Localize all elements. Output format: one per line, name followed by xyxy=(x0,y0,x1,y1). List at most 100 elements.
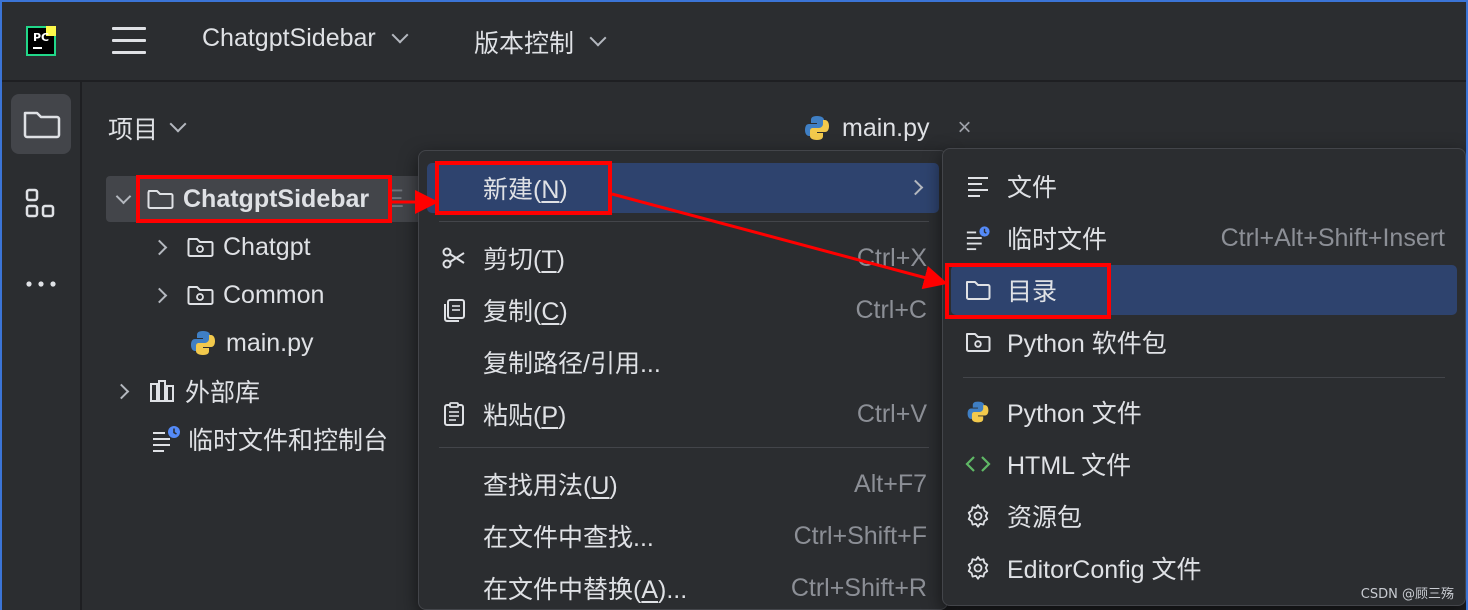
project-switcher[interactable]: ChatgptSidebar xyxy=(202,24,409,53)
folder-icon xyxy=(147,190,174,209)
gear-icon xyxy=(967,556,989,580)
menu-item-label: Python 软件包 xyxy=(1007,330,1167,358)
tree-item-main-py[interactable]: main.py xyxy=(188,320,314,366)
editor-tab-label: main.py xyxy=(842,113,930,142)
menu-item-shortcut: Ctrl+V xyxy=(856,399,927,428)
tree-item-chatgpt[interactable]: Chatgpt xyxy=(151,224,311,270)
chevron-right-icon[interactable] xyxy=(113,383,130,399)
paste-icon xyxy=(444,402,464,426)
more-tools-button[interactable] xyxy=(11,254,71,314)
python-file-icon xyxy=(191,331,215,355)
scissors-icon xyxy=(442,247,465,269)
menu-item-copy-path[interactable]: 复制路径/引用... xyxy=(427,337,939,387)
package-folder-icon xyxy=(966,333,991,352)
main-menu-icon[interactable] xyxy=(112,27,146,55)
watermark: CSDN @顾三殇 xyxy=(1360,587,1454,602)
editor-tab-main-py[interactable]: main.py × xyxy=(802,108,972,148)
tree-item-root[interactable]: ChatgptSidebar E xyxy=(106,176,426,222)
menu-item-paste[interactable]: 粘贴(P) Ctrl+V xyxy=(427,389,939,439)
chevron-down-icon xyxy=(169,115,187,133)
close-icon[interactable]: × xyxy=(958,114,972,142)
menu-item-shortcut: Ctrl+Shift+F xyxy=(793,521,927,550)
package-folder-icon xyxy=(187,238,214,257)
submenu-item-resource-bundle[interactable]: 资源包 xyxy=(951,491,1457,541)
new-submenu: 文件 临时文件 Ctrl+Alt+Shift+Insert 目录 Python … xyxy=(942,148,1466,606)
menu-item-shortcut: Ctrl+C xyxy=(855,295,927,324)
pycharm-logo-icon[interactable]: PC xyxy=(26,26,56,56)
tree-item-common[interactable]: Common xyxy=(151,272,325,318)
vcs-switcher-label: 版本控制 xyxy=(474,30,575,58)
menu-item-label: 目录 xyxy=(1007,278,1058,306)
package-folder-icon xyxy=(187,286,214,305)
menu-item-label: 查找用法(U) xyxy=(483,472,618,500)
menu-item-shortcut: Alt+F7 xyxy=(854,469,927,498)
menu-item-find-usages[interactable]: 查找用法(U) Alt+F7 xyxy=(427,459,939,509)
submenu-item-file[interactable]: 文件 xyxy=(951,161,1457,211)
menu-separator xyxy=(963,377,1445,378)
gear-icon xyxy=(967,504,989,528)
tree-item-label: main.py xyxy=(226,328,314,357)
tree-item-label: Common xyxy=(223,280,325,309)
submenu-item-html-file[interactable]: HTML 文件 xyxy=(951,439,1457,489)
menu-item-label: HTML 文件 xyxy=(1007,452,1132,480)
submenu-item-python-package[interactable]: Python 软件包 xyxy=(951,317,1457,367)
tree-item-external-libraries[interactable]: 外部库 xyxy=(113,368,261,414)
project-switcher-label: ChatgptSidebar xyxy=(202,24,376,52)
menu-item-label: Python 文件 xyxy=(1007,400,1142,428)
folder-icon xyxy=(23,111,61,139)
menu-item-find-in-files[interactable]: 在文件中查找... Ctrl+Shift+F xyxy=(427,511,939,561)
title-bar: PC ChatgptSidebar 版本控制 xyxy=(0,0,1468,82)
text-file-icon xyxy=(968,177,988,197)
menu-item-label: 粘贴(P) xyxy=(483,402,567,430)
structure-icon xyxy=(25,188,55,218)
menu-item-label: 新建(N) xyxy=(483,176,568,204)
tree-item-label: 外部库 xyxy=(185,379,261,407)
menu-item-label: 文件 xyxy=(1007,174,1058,202)
tree-item-scratches[interactable]: 临时文件和控制台 xyxy=(150,416,388,462)
tree-item-label: ChatgptSidebar xyxy=(183,184,370,213)
menu-item-label: 复制路径/引用... xyxy=(483,350,661,378)
folder-icon xyxy=(966,281,991,300)
chevron-down-icon xyxy=(589,29,607,47)
menu-item-label: 在文件中替换(A)... xyxy=(483,576,688,604)
project-tool-button[interactable] xyxy=(11,94,71,154)
menu-item-shortcut: Ctrl+Alt+Shift+Insert xyxy=(1220,223,1445,252)
submenu-item-scratch[interactable]: 临时文件 Ctrl+Alt+Shift+Insert xyxy=(951,213,1457,263)
scratch-icon xyxy=(153,426,180,452)
copy-icon xyxy=(444,299,465,322)
chevron-down-icon xyxy=(391,26,409,43)
python-file-icon xyxy=(967,401,989,423)
submenu-item-directory[interactable]: 目录 xyxy=(951,265,1457,315)
chevron-right-icon[interactable] xyxy=(151,239,168,255)
library-icon xyxy=(150,380,174,402)
menu-item-label: EditorConfig 文件 xyxy=(1007,556,1202,584)
project-panel-header[interactable]: 项目 xyxy=(108,110,187,146)
tree-item-label: Chatgpt xyxy=(223,232,311,261)
menu-item-cut[interactable]: 剪切(T) Ctrl+X xyxy=(427,233,939,283)
tree-item-label: 临时文件和控制台 xyxy=(188,427,389,455)
menu-item-label: 复制(C) xyxy=(483,298,568,326)
context-menu: 新建(N) 剪切(T) Ctrl+X 复制(C) Ctrl+C 复制路径/引用.… xyxy=(418,150,948,610)
menu-item-shortcut: Ctrl+Shift+R xyxy=(790,573,927,602)
menu-item-shortcut: Ctrl+X xyxy=(856,243,927,272)
chevron-right-icon[interactable] xyxy=(151,287,168,303)
chevron-down-icon[interactable] xyxy=(115,188,132,204)
python-file-icon xyxy=(805,116,829,140)
structure-tool-button[interactable] xyxy=(11,174,71,234)
menu-separator xyxy=(439,447,929,448)
scratch-icon xyxy=(966,226,990,251)
more-horizontal-icon xyxy=(26,281,56,287)
menu-item-label: 在文件中查找... xyxy=(483,524,654,552)
menu-item-label: 剪切(T) xyxy=(483,246,565,274)
tool-window-strip xyxy=(0,82,82,610)
submenu-item-python-file[interactable]: Python 文件 xyxy=(951,387,1457,437)
menu-item-replace-in-files[interactable]: 在文件中替换(A)... Ctrl+Shift+R xyxy=(427,563,939,610)
menu-separator xyxy=(439,221,929,222)
menu-item-new[interactable]: 新建(N) xyxy=(427,163,939,213)
html-file-icon xyxy=(965,456,991,472)
panel-title: 项目 xyxy=(108,116,159,144)
menu-item-copy[interactable]: 复制(C) Ctrl+C xyxy=(427,285,939,335)
vcs-switcher[interactable]: 版本控制 xyxy=(474,24,607,60)
tree-item-trail: E xyxy=(387,184,404,213)
menu-item-label: 临时文件 xyxy=(1007,226,1108,254)
